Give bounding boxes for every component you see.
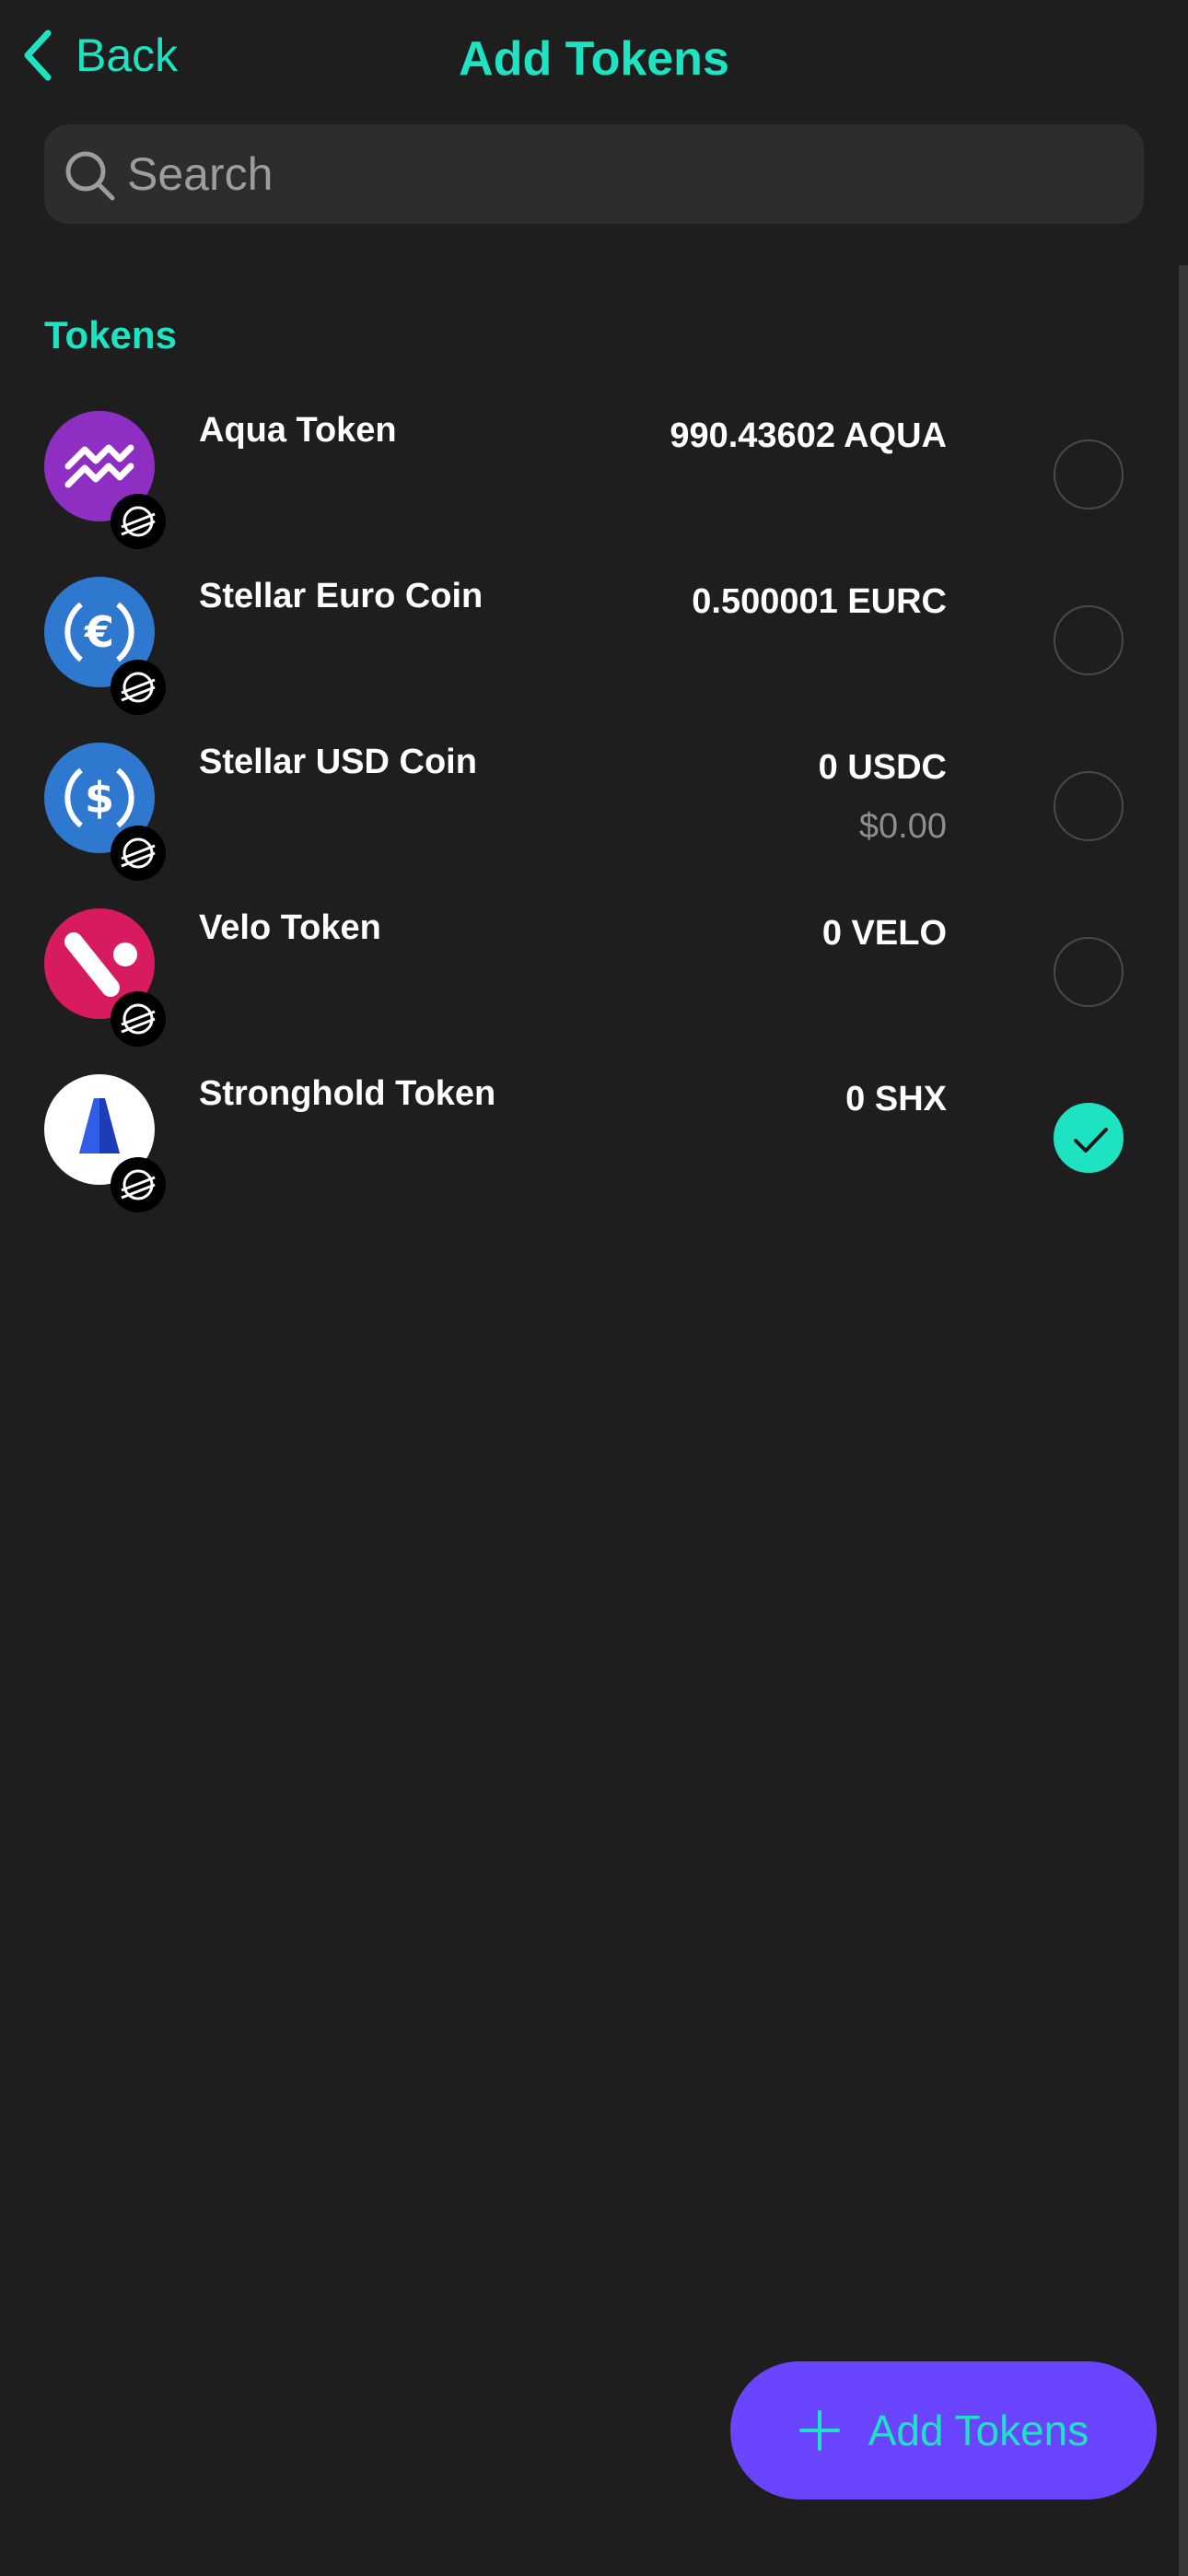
token-balance: 0 USDC	[818, 748, 947, 787]
token-row-aqua[interactable]: Aqua Token 990.43602 AQUA	[0, 411, 1179, 577]
section-title-tokens: Tokens	[44, 313, 177, 357]
token-row-velo[interactable]: Velo Token 0 VELO	[0, 908, 1179, 1074]
select-radio[interactable]	[1054, 605, 1124, 675]
add-tokens-label: Add Tokens	[868, 2406, 1089, 2454]
search-bar[interactable]	[44, 124, 1144, 224]
scrollbar[interactable]	[1179, 265, 1188, 2576]
token-name: Stellar USD Coin	[199, 743, 477, 781]
token-fiat-value: $0.00	[858, 807, 947, 846]
svg-text:€: €	[84, 607, 114, 657]
page-title: Add Tokens	[459, 32, 729, 86]
stellar-network-icon	[111, 494, 166, 549]
token-name: Stellar Euro Coin	[199, 577, 483, 615]
stellar-network-icon	[111, 825, 166, 881]
svg-text:$: $	[85, 773, 114, 823]
token-name: Aqua Token	[199, 411, 397, 450]
select-radio[interactable]	[1054, 439, 1124, 509]
token-name: Stronghold Token	[199, 1074, 496, 1113]
token-balance: 990.43602 AQUA	[670, 416, 947, 455]
select-radio[interactable]	[1054, 937, 1124, 1007]
select-radio-checked[interactable]	[1054, 1103, 1124, 1173]
token-row-usdc[interactable]: $ Stellar USD Coin 0 USDC $0.00	[0, 743, 1179, 908]
select-radio[interactable]	[1054, 771, 1124, 841]
stellar-network-icon	[111, 660, 166, 715]
token-row-eurc[interactable]: € Stellar Euro Coin 0.500001 EURC	[0, 577, 1179, 743]
token-balance: 0 VELO	[821, 914, 947, 953]
token-balance: 0.500001 EURC	[692, 582, 947, 621]
token-name: Velo Token	[199, 908, 381, 947]
token-row-shx[interactable]: Stronghold Token 0 SHX	[0, 1074, 1179, 1240]
checkmark-icon	[1074, 1128, 1108, 1153]
token-balance: 0 SHX	[845, 1080, 947, 1118]
plus-icon	[798, 2410, 840, 2451]
search-icon	[65, 151, 115, 201]
stellar-network-icon	[111, 991, 166, 1047]
navigation-bar: Back Add Tokens	[0, 0, 1188, 120]
add-tokens-button[interactable]: Add Tokens	[730, 2361, 1157, 2500]
search-input[interactable]	[127, 124, 1122, 224]
stellar-network-icon	[111, 1157, 166, 1212]
